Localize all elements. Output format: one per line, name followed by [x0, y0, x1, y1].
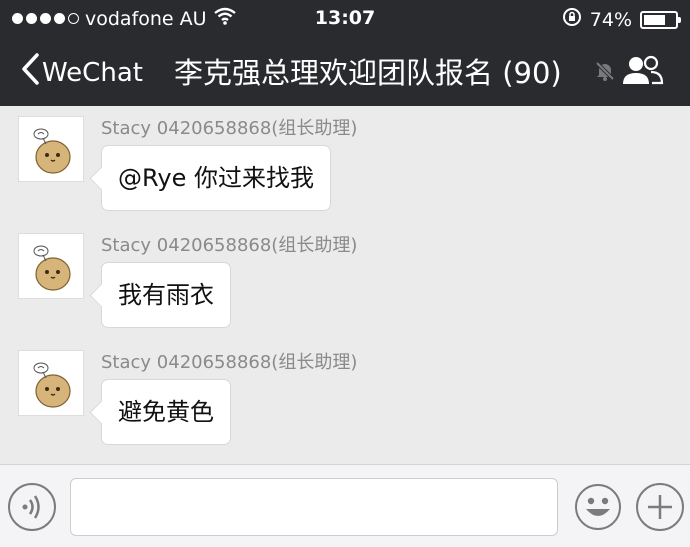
- avatar[interactable]: [18, 350, 84, 416]
- battery-percent: 74%: [589, 8, 632, 31]
- sender-name: Stacy 0420658868(组长助理): [101, 352, 358, 373]
- status-bar: vodafone AU 13:07 74%: [0, 0, 690, 36]
- plus-icon[interactable]: [636, 483, 684, 531]
- back-label: WeChat: [42, 57, 143, 88]
- top-bar: vodafone AU 13:07 74% WeChat 李克强总理欢迎团队报名…: [0, 0, 690, 106]
- voice-icon[interactable]: [8, 483, 56, 531]
- message-bubble[interactable]: 避免黄色: [101, 379, 231, 445]
- rotation-lock-icon: [562, 7, 582, 32]
- sender-name: Stacy 0420658868(组长助理): [101, 235, 358, 256]
- emoji-icon[interactable]: [574, 483, 622, 531]
- message-input[interactable]: [70, 478, 558, 536]
- battery-fill: [644, 14, 666, 25]
- avatar[interactable]: [18, 233, 84, 299]
- status-right: 74%: [562, 7, 681, 32]
- message-bubble[interactable]: @Rye 你过来找我: [101, 145, 331, 211]
- message-bubble[interactable]: 我有雨衣: [101, 262, 231, 328]
- input-bar: [0, 464, 690, 547]
- back-chevron-icon: [20, 52, 40, 93]
- mute-icon: [594, 60, 616, 86]
- navigation-bar: WeChat 李克强总理欢迎团队报名 (90): [0, 48, 690, 96]
- group-members-icon[interactable]: [622, 54, 664, 92]
- message-list[interactable]: Stacy 0420658868(组长助理) @Rye 你过来找我 Stacy …: [0, 106, 690, 464]
- battery-icon: [640, 10, 681, 29]
- chat-title: 李克强总理欢迎团队报名 (90): [174, 56, 562, 90]
- back-button[interactable]: WeChat: [20, 52, 143, 93]
- avatar[interactable]: [18, 116, 84, 182]
- sender-name: Stacy 0420658868(组长助理): [101, 118, 358, 139]
